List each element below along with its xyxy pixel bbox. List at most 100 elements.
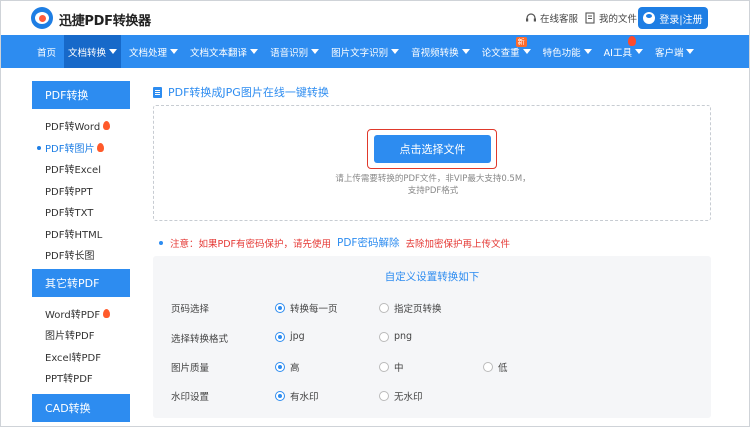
sidebar-item-pdf-to-html[interactable]: PDF转HTML xyxy=(32,223,130,245)
radio-format-jpg[interactable]: jpg xyxy=(275,331,305,342)
option-label: 有水印 xyxy=(290,392,319,403)
sidebar-item-label: Excel转PDF xyxy=(45,352,101,364)
radio-quality-high[interactable]: 高 xyxy=(275,360,300,374)
radio-specify-pages[interactable]: 指定页转换 xyxy=(379,301,442,315)
radio-unchecked-icon xyxy=(379,391,389,401)
login-register-button[interactable]: 登录|注册 xyxy=(638,7,708,29)
caret-down-icon xyxy=(250,49,259,54)
sidebar-item-label: PDF转Word xyxy=(45,122,101,134)
sidebar-section-pdf-convert[interactable]: PDF转换 xyxy=(32,81,130,109)
sidebar-item-pdf-to-excel[interactable]: PDF转Excel xyxy=(32,158,130,180)
caret-down-icon xyxy=(311,49,320,54)
nav-ai-tools[interactable]: AI工具 xyxy=(600,35,647,68)
option-label: 低 xyxy=(498,363,508,374)
caret-down-icon xyxy=(522,49,531,54)
select-file-button[interactable]: 点击选择文件 xyxy=(374,135,491,163)
radio-watermark-off[interactable]: 无水印 xyxy=(379,389,423,403)
radio-convert-every-page[interactable]: 转换每一页 xyxy=(275,301,338,315)
my-files-link[interactable]: 我的文件 xyxy=(584,11,637,25)
caret-down-icon xyxy=(686,49,695,54)
watermark-label: 水印设置 xyxy=(171,392,210,403)
sidebar-item-ppt-to-pdf[interactable]: PPT转PDF xyxy=(32,367,130,389)
nav-label: 论文查重 xyxy=(481,47,520,59)
sidebar-section-cad-convert[interactable]: CAD转换 xyxy=(32,393,130,422)
radio-checked-icon xyxy=(275,362,285,372)
nav-home[interactable]: 首页 xyxy=(33,35,60,68)
nav-translate[interactable]: 文档文本翻译 xyxy=(186,35,262,68)
option-label: 高 xyxy=(290,363,300,374)
caret-down-icon xyxy=(461,49,470,54)
radio-checked-icon xyxy=(275,331,285,342)
radio-watermark-on[interactable]: 有水印 xyxy=(275,389,319,403)
logo-icon[interactable] xyxy=(31,7,53,29)
sidebar-item-label: PPT转PDF xyxy=(45,374,93,386)
page-title: PDF转换成JPG图片在线一键转换 xyxy=(153,84,329,100)
sidebar-item-pdf-to-long-image[interactable]: PDF转长图 xyxy=(32,244,130,266)
sidebar-item-label: PDF转图片 xyxy=(45,143,95,155)
radio-format-png[interactable]: png xyxy=(379,331,412,342)
option-label: 转换每一页 xyxy=(290,304,338,315)
main-nav: 首页 文档转换 文档处理 文档文本翻译 语音识别 图片文字识别 音视频转换 论文… xyxy=(1,35,749,68)
sidebar-item-word-to-pdf[interactable]: Word转PDF xyxy=(32,303,130,325)
nav-av-convert[interactable]: 音视频转换 xyxy=(407,35,474,68)
sidebar-item-label: PDF转HTML xyxy=(45,229,103,241)
nav-label: 音视频转换 xyxy=(411,47,459,59)
notice-prefix: 注意：如果PDF有密码保护，请先使用 xyxy=(170,238,332,250)
sidebar-item-pdf-to-txt[interactable]: PDF转TXT xyxy=(32,201,130,223)
user-avatar-icon xyxy=(643,12,656,24)
fire-icon xyxy=(97,142,105,152)
nav-speech[interactable]: 语音识别 xyxy=(266,35,323,68)
sidebar-item-label: Word转PDF xyxy=(45,309,101,321)
option-label: jpg xyxy=(290,331,305,342)
nav-plagiarism[interactable]: 论文查重新 xyxy=(478,35,535,68)
caret-down-icon xyxy=(391,49,400,54)
nav-label: 文档文本翻译 xyxy=(190,47,248,59)
radio-unchecked-icon xyxy=(379,331,389,342)
nav-label: 首页 xyxy=(37,47,57,59)
nav-doc-convert[interactable]: 文档转换 xyxy=(64,35,122,68)
sidebar: PDF转换 PDF转Word PDF转图片 PDF转Excel PDF转PPT … xyxy=(32,81,130,426)
radio-quality-low[interactable]: 低 xyxy=(483,360,508,374)
customer-service-label: 在线客服 xyxy=(540,14,579,25)
nav-doc-process[interactable]: 文档处理 xyxy=(125,35,182,68)
file-icon xyxy=(585,12,595,24)
sidebar-item-label: PDF转Excel xyxy=(45,165,101,177)
sidebar-item-pdf-to-ppt[interactable]: PDF转PPT xyxy=(32,180,130,202)
nav-label: 图片文字识别 xyxy=(331,47,389,59)
page-select-label: 页码选择 xyxy=(171,304,210,315)
caret-down-icon xyxy=(634,49,643,54)
radio-quality-medium[interactable]: 中 xyxy=(379,360,404,374)
nav-label: 客户端 xyxy=(654,47,684,59)
nav-label: 文档处理 xyxy=(129,47,168,59)
option-label: png xyxy=(394,331,413,342)
radio-checked-icon xyxy=(275,303,285,313)
caret-down-icon xyxy=(170,49,179,54)
new-badge: 新 xyxy=(515,37,527,47)
brand-name[interactable]: 迅捷PDF转换器 xyxy=(59,10,151,29)
nav-ocr[interactable]: 图片文字识别 xyxy=(327,35,403,68)
image-quality-label: 图片质量 xyxy=(171,363,210,374)
sidebar-item-label: PDF转PPT xyxy=(45,186,93,198)
nav-label: 特色功能 xyxy=(542,47,581,59)
sidebar-item-label: 图片转PDF xyxy=(45,331,95,343)
fire-icon xyxy=(103,308,111,318)
sidebar-item-label: PDF转长图 xyxy=(45,251,95,263)
format-select-label: 选择转换格式 xyxy=(171,334,229,345)
sidebar-item-image-to-pdf[interactable]: 图片转PDF xyxy=(32,324,130,346)
upload-hint-line2: 支持PDF格式 xyxy=(407,186,459,196)
nav-features[interactable]: 特色功能 xyxy=(539,35,596,68)
nav-label: AI工具 xyxy=(603,47,632,59)
caret-down-icon xyxy=(109,49,118,54)
customer-service-link[interactable]: 在线客服 xyxy=(525,11,578,25)
sidebar-section-other-to-pdf[interactable]: 其它转PDF xyxy=(32,268,130,297)
radio-checked-icon xyxy=(275,391,285,401)
option-label: 无水印 xyxy=(394,392,423,403)
sidebar-item-pdf-to-word[interactable]: PDF转Word xyxy=(32,115,130,137)
sidebar-item-excel-to-pdf[interactable]: Excel转PDF xyxy=(32,346,130,368)
sidebar-item-pdf-to-image[interactable]: PDF转图片 xyxy=(32,137,130,159)
nav-client[interactable]: 客户端 xyxy=(651,35,699,68)
pdf-unlock-link[interactable]: PDF密码解除 xyxy=(337,235,399,250)
login-label: 登录|注册 xyxy=(659,14,703,26)
radio-unchecked-icon xyxy=(483,362,493,372)
flame-icon xyxy=(627,36,636,46)
